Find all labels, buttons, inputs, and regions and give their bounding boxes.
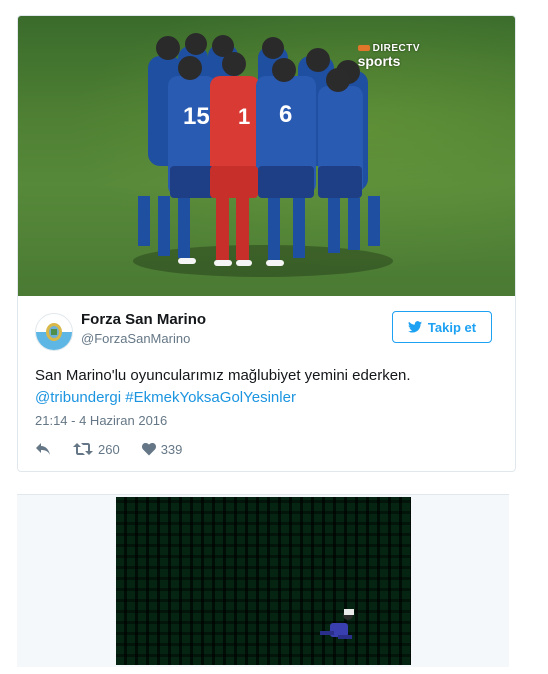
directv-sports-logo: DIRECTV sports bbox=[357, 43, 420, 69]
tweet-author: Forza San Marino @ForzaSanMarino Takip e… bbox=[35, 311, 495, 353]
user-handle[interactable]: @ForzaSanMarino bbox=[81, 331, 190, 346]
retweet-count: 260 bbox=[98, 441, 120, 457]
tweet-text: San Marino'lu oyuncularımız mağlubiyet y… bbox=[35, 365, 495, 409]
retweet-icon bbox=[73, 443, 93, 455]
tweet-photo[interactable]: 15 6 1 DIRECTV sports bbox=[18, 16, 515, 296]
like-count: 339 bbox=[160, 441, 183, 457]
retweet-button[interactable]: 260 bbox=[73, 442, 120, 457]
like-button[interactable]: 339 bbox=[141, 441, 183, 457]
mention-link[interactable]: @tribundergi bbox=[35, 389, 121, 406]
reply-button[interactable] bbox=[35, 442, 51, 456]
jersey-number-1: 1 bbox=[238, 104, 250, 129]
follow-button[interactable]: Takip et bbox=[392, 311, 492, 343]
display-name[interactable]: Forza San Marino bbox=[81, 311, 206, 328]
heart-icon bbox=[141, 442, 156, 455]
avatar[interactable] bbox=[35, 313, 73, 351]
tweet-text-body: San Marino'lu oyuncularımız mağlubiyet y… bbox=[35, 367, 411, 384]
tweet-timestamp[interactable]: 21:14 - 4 Haziran 2016 bbox=[35, 413, 167, 428]
directv-swirl-icon bbox=[357, 45, 370, 52]
twitter-bird-icon bbox=[407, 321, 422, 333]
second-media-card bbox=[17, 494, 509, 667]
reply-icon bbox=[36, 443, 50, 455]
san-marino-flag-avatar-icon bbox=[36, 314, 72, 350]
jersey-number-6: 6 bbox=[279, 101, 292, 128]
hashtag-link[interactable]: #EkmekYoksaGolYesinler bbox=[125, 389, 296, 406]
jersey-number-15: 15 bbox=[183, 103, 210, 130]
team-huddle-illustration: 15 6 1 bbox=[133, 33, 393, 277]
stadium-seats-photo[interactable] bbox=[116, 497, 411, 665]
logo-line-2: sports bbox=[357, 53, 401, 69]
tweet-actions: 260 339 bbox=[35, 439, 204, 459]
follow-label: Takip et bbox=[427, 319, 477, 335]
lone-fan-illustration bbox=[320, 609, 354, 639]
